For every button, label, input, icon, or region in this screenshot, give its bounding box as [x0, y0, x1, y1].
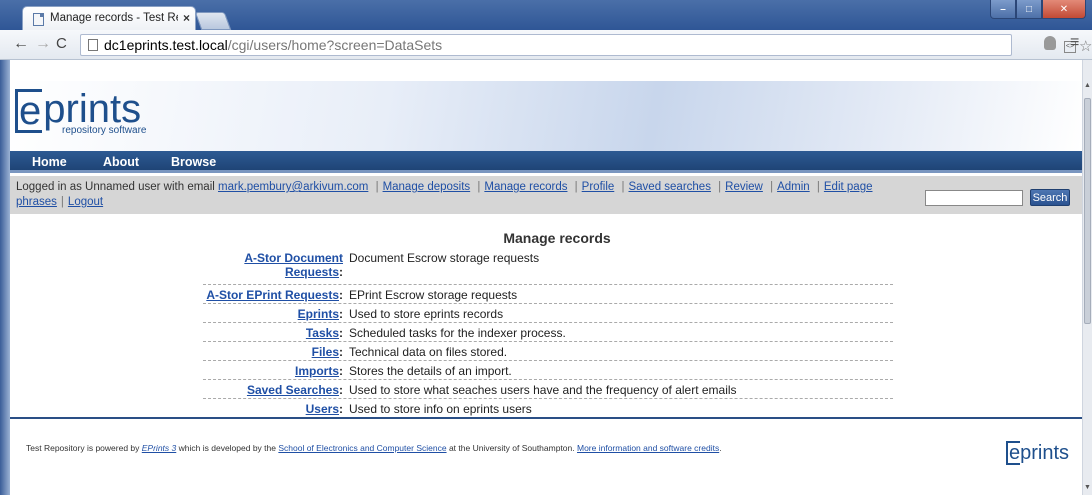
- new-tab-button[interactable]: [194, 12, 232, 30]
- login-bar: Logged in as Unnamed user with email mar…: [10, 176, 1082, 214]
- record-description: Document Escrow storage requests: [349, 251, 540, 265]
- logout-link[interactable]: Logout: [68, 196, 103, 208]
- manage-deposits-link[interactable]: Manage deposits: [383, 181, 471, 193]
- login-line-2: phrases | Logout: [16, 196, 104, 208]
- back-arrow-icon[interactable]: ←: [13, 35, 29, 53]
- record-key: Eprints:: [297, 307, 343, 321]
- eprints-3-link[interactable]: EPrints 3: [142, 443, 177, 453]
- record-link-users[interactable]: Users: [306, 402, 339, 416]
- record-link-a-stor-eprint-requests[interactable]: A-Stor EPrint Requests: [206, 288, 339, 302]
- browser-toolbar: ← → C dc1eprints.test.local/cgi/users/ho…: [0, 30, 1092, 60]
- manage-records-link[interactable]: Manage records: [484, 181, 567, 193]
- list-item: Files: Technical data on files stored.: [203, 342, 893, 361]
- edit-page-link[interactable]: Edit page: [824, 181, 873, 193]
- address-bar[interactable]: dc1eprints.test.local/cgi/users/home?scr…: [80, 34, 1092, 56]
- record-description: Scheduled tasks for the indexer process.: [349, 326, 566, 340]
- main-nav: Home About Browse: [10, 151, 1082, 173]
- record-key: Saved Searches:: [246, 383, 343, 397]
- edit-page-phrases-link[interactable]: phrases: [16, 196, 57, 208]
- nav-about[interactable]: About: [103, 155, 139, 169]
- window-titlebar: Manage records - Test Rep × – □ ✕: [0, 0, 1092, 31]
- footer-credits: Test Repository is powered by EPrints 3 …: [26, 443, 722, 453]
- review-link[interactable]: Review: [725, 181, 763, 193]
- page-viewport: eprints repository software Home About B…: [10, 81, 1082, 495]
- record-key: Imports:: [294, 364, 343, 378]
- minimize-button[interactable]: –: [990, 0, 1016, 19]
- record-key: A-Stor Document Requests:: [244, 251, 343, 279]
- page-title: Manage records: [503, 230, 611, 246]
- close-icon[interactable]: ×: [183, 11, 190, 25]
- scroll-down-arrow-icon[interactable]: ▼: [1084, 484, 1091, 491]
- record-link-a-stor-document-requests[interactable]: A-Stor Document Requests: [244, 251, 343, 279]
- login-prefix: Logged in as Unnamed user with email: [16, 181, 215, 193]
- logo-tagline: repository software: [62, 125, 147, 136]
- footer-eprints-logo[interactable]: eprints: [1006, 441, 1069, 465]
- list-item: Tasks: Scheduled tasks for the indexer p…: [203, 323, 893, 342]
- admin-link[interactable]: Admin: [777, 181, 810, 193]
- list-item: Eprints: Used to store eprints records: [203, 304, 893, 323]
- software-credits-link[interactable]: More information and software credits: [577, 443, 719, 453]
- record-link-saved-searches[interactable]: Saved Searches: [247, 383, 339, 397]
- reload-icon[interactable]: C: [56, 35, 67, 53]
- record-link-tasks[interactable]: Tasks: [306, 326, 339, 340]
- record-key: A-Stor EPrint Requests:: [206, 288, 343, 302]
- window-controls: – □ ✕: [990, 0, 1086, 19]
- record-description: Used to store eprints records: [349, 307, 504, 321]
- site-header: eprints repository software: [10, 81, 1082, 151]
- record-description: Used to store info on eprints users: [349, 402, 532, 416]
- list-item: Imports: Stores the details of an import…: [203, 361, 893, 380]
- scrollbar-thumb[interactable]: [1084, 98, 1091, 324]
- footer-divider: [10, 417, 1082, 419]
- record-link-files[interactable]: Files: [312, 345, 339, 359]
- bookmark-star-icon[interactable]: ☆: [1079, 37, 1092, 55]
- scroll-up-arrow-icon[interactable]: ▲: [1084, 82, 1091, 89]
- list-item: A-Stor Document Requests: Document Escro…: [203, 249, 893, 285]
- saved-searches-link[interactable]: Saved searches: [628, 181, 710, 193]
- profile-link[interactable]: Profile: [582, 181, 615, 193]
- browser-tab[interactable]: Manage records - Test Rep ×: [22, 6, 196, 31]
- record-key: Files:: [311, 345, 343, 359]
- records-list: A-Stor Document Requests: Document Escro…: [203, 249, 893, 418]
- login-line: Logged in as Unnamed user with email mar…: [16, 181, 873, 193]
- ecs-link[interactable]: School of Electronics and Computer Scien…: [278, 443, 446, 453]
- record-description: Used to store what seaches users have an…: [349, 383, 737, 397]
- nav-home[interactable]: Home: [32, 155, 67, 169]
- hamburger-menu-icon[interactable]: ≡: [1070, 34, 1079, 52]
- user-email-link[interactable]: mark.pembury@arkivum.com: [218, 181, 368, 193]
- nav-browse[interactable]: Browse: [171, 155, 216, 169]
- record-description: Technical data on files stored.: [349, 345, 508, 359]
- list-item: Users: Used to store info on eprints use…: [203, 399, 893, 418]
- maximize-button[interactable]: □: [1016, 0, 1042, 19]
- list-item: A-Stor EPrint Requests: EPrint Escrow st…: [203, 285, 893, 304]
- record-description: Stores the details of an import.: [349, 364, 512, 378]
- url-text[interactable]: dc1eprints.test.local/cgi/users/home?scr…: [104, 37, 442, 53]
- search-button[interactable]: Search: [1030, 189, 1070, 206]
- list-item: Saved Searches: Used to store what seach…: [203, 380, 893, 399]
- forward-arrow-icon[interactable]: →: [35, 35, 51, 53]
- window-close-button[interactable]: ✕: [1042, 0, 1086, 19]
- record-key: Users:: [305, 402, 343, 416]
- window-frame-left: [0, 60, 10, 495]
- record-link-eprints[interactable]: Eprints: [298, 307, 339, 321]
- page-icon: [33, 13, 44, 26]
- record-link-imports[interactable]: Imports: [295, 364, 339, 378]
- document-icon: [88, 39, 98, 51]
- search-input[interactable]: [925, 190, 1023, 206]
- record-key: Tasks:: [305, 326, 343, 340]
- record-description: EPrint Escrow storage requests: [349, 288, 518, 302]
- tab-title: Manage records - Test Rep: [50, 12, 178, 24]
- extension-icon[interactable]: [1044, 36, 1056, 50]
